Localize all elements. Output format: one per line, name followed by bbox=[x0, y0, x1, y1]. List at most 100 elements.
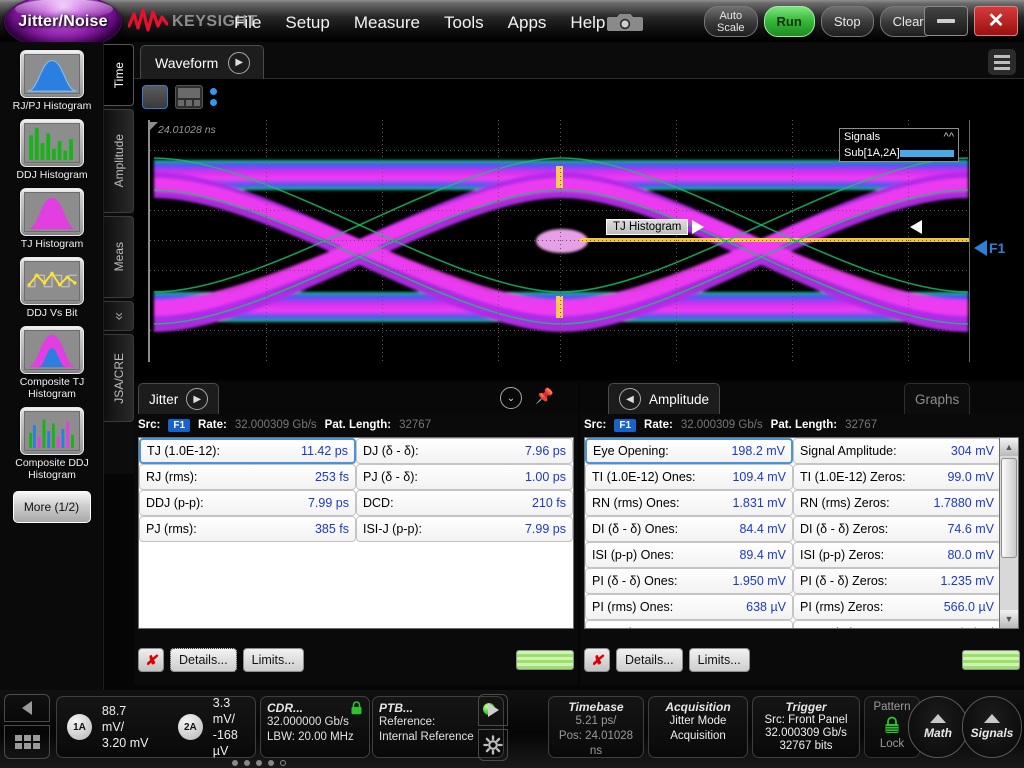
page-dot[interactable] bbox=[244, 760, 250, 766]
measurement-cell[interactable]: RN (rms) Zeros:1.7880 mV bbox=[793, 490, 1001, 516]
page-dot[interactable] bbox=[256, 760, 262, 766]
tab-amplitude[interactable]: ◀ Amplitude bbox=[608, 383, 720, 414]
measurement-cell[interactable]: PJ (δ - δ):1.00 ps bbox=[356, 464, 573, 490]
measurement-cell[interactable]: DI (δ - δ) Zeros:74.6 mV bbox=[793, 516, 1001, 542]
page-indicator-dots[interactable] bbox=[232, 760, 286, 766]
menu-apps[interactable]: Apps bbox=[508, 13, 547, 33]
sidebar-item-tj-histogram[interactable]: TJ Histogram bbox=[0, 188, 104, 250]
sidebar-item-rj-pj-histogram[interactable]: RJ/PJ Histogram bbox=[0, 50, 104, 112]
measurement-cell[interactable]: RN (rms) Ones:1.831 mV bbox=[585, 490, 793, 516]
legend-header[interactable]: Signals ^^ bbox=[840, 129, 958, 145]
waveform-grid[interactable]: 24.01028 ns Signals ^^ Sub[1A,2A] TJ His… bbox=[148, 120, 970, 362]
amplitude-limits-button[interactable]: Limits... bbox=[689, 648, 750, 672]
amplitude-close-button[interactable]: ✘ bbox=[584, 648, 610, 672]
page-dot[interactable] bbox=[232, 760, 238, 766]
vtab-time[interactable]: Time bbox=[104, 44, 134, 106]
stop-button[interactable]: Stop bbox=[821, 6, 874, 37]
legend-entry[interactable]: Sub[1A,2A] bbox=[840, 145, 958, 161]
timebase-card[interactable]: Timebase 5.21 ps/ Pos: 24.01028 ns bbox=[548, 696, 644, 758]
sidebar-more-button[interactable]: More (1/2) bbox=[13, 491, 91, 523]
signals-knob[interactable]: Signals bbox=[962, 696, 1022, 758]
amplitude-scrollbar[interactable]: ▲ ▼ bbox=[999, 437, 1019, 629]
grid-layout-button[interactable] bbox=[4, 725, 50, 759]
vtab-collapse-button[interactable]: « bbox=[104, 301, 134, 331]
close-button[interactable]: ✕ bbox=[974, 6, 1018, 36]
measurement-cell[interactable]: PI (δ - δ) Ones:1.950 mV bbox=[585, 568, 793, 594]
menu-setup[interactable]: Setup bbox=[285, 13, 329, 33]
measurement-cell[interactable]: ISI (p-p) Ones:89.4 mV bbox=[585, 542, 793, 568]
menu-help[interactable]: Help bbox=[570, 13, 605, 33]
measurement-cell[interactable]: BER Limit:Not Limited bbox=[793, 620, 1001, 629]
cdr-card[interactable]: CDR... 32.000000 Gb/s LBW: 20.00 MHz bbox=[260, 696, 370, 758]
measurement-cell[interactable]: PI (rms) Ones:638 µV bbox=[585, 594, 793, 620]
prev-page-button[interactable] bbox=[4, 694, 50, 722]
measurement-cell[interactable]: DJ (δ - δ):7.96 ps bbox=[356, 438, 573, 464]
play-icon[interactable]: ▶ bbox=[228, 52, 250, 74]
measurement-cell[interactable]: PI (δ - δ) Zeros:1.235 mV bbox=[793, 568, 1001, 594]
signals-legend[interactable]: Signals ^^ Sub[1A,2A] bbox=[839, 128, 959, 162]
amplitude-details-button[interactable]: Details... bbox=[616, 648, 683, 672]
hamburger-menu-icon[interactable] bbox=[988, 49, 1016, 75]
tab-graphs[interactable]: Graphs bbox=[904, 383, 970, 414]
chevron-left-icon[interactable]: ◀ bbox=[619, 388, 641, 410]
settings-button[interactable] bbox=[478, 729, 508, 761]
measurement-cell[interactable]: DCD:210 fs bbox=[356, 490, 573, 516]
two-dots-icon[interactable] bbox=[210, 88, 217, 106]
amplitude-src-chip[interactable]: F1 bbox=[614, 419, 636, 432]
channel-cards[interactable]: 1A 88.7 mV/ 3.20 mV 2A 3.3 mV/ -168 µV bbox=[56, 696, 256, 758]
measurement-cell[interactable]: TI (1.0E-12) Ones:109.4 mV bbox=[585, 464, 793, 490]
chevron-double-down-icon[interactable]: ⌄ bbox=[500, 387, 522, 409]
measurement-cell[interactable]: PI (rms) Zeros:566.0 µV bbox=[793, 594, 1001, 620]
measurement-cell[interactable]: DDJ (p-p):7.99 ps bbox=[139, 490, 356, 516]
vtab-meas[interactable]: Meas bbox=[104, 216, 134, 298]
jitter-close-button[interactable]: ✘ bbox=[138, 648, 164, 672]
channel-2a-badge[interactable]: 2A bbox=[178, 714, 203, 740]
measurement-cell[interactable]: Signal Amplitude:304 mV bbox=[793, 438, 1001, 464]
menu-measure[interactable]: Measure bbox=[354, 13, 420, 33]
tab-waveform[interactable]: Waveform ▶ bbox=[140, 45, 264, 79]
measurement-cell[interactable]: RJ (rms):253 fs bbox=[139, 464, 356, 490]
multi-grid-icon[interactable] bbox=[175, 85, 203, 109]
measurement-cell[interactable]: TI (1.0E-12) Zeros:99.0 mV bbox=[793, 464, 1001, 490]
acquisition-card[interactable]: Acquisition Jitter Mode Acquisition bbox=[648, 696, 748, 758]
sidebar-item-ddj-vs-bit[interactable]: DDJ Vs Bit bbox=[0, 257, 104, 319]
single-grid-icon[interactable] bbox=[142, 85, 168, 109]
measurement-cell[interactable]: DI (δ - δ) Ones:84.4 mV bbox=[585, 516, 793, 542]
auto-scale-button[interactable]: Auto Scale bbox=[704, 6, 758, 37]
math-knob[interactable]: Math bbox=[908, 696, 968, 758]
f1-label: F1 bbox=[989, 240, 1005, 256]
measurement-cell[interactable]: TJ (1.0E-12):11.42 ps bbox=[139, 438, 356, 464]
chevron-up-icon[interactable]: ^^ bbox=[944, 131, 954, 143]
scroll-down-icon[interactable]: ▼ bbox=[1000, 610, 1018, 628]
minimize-button[interactable] bbox=[924, 6, 968, 36]
trigger-card[interactable]: Trigger Src: Front Panel 32.000309 Gb/s … bbox=[752, 696, 860, 758]
menu-tools[interactable]: Tools bbox=[444, 13, 484, 33]
page-dot[interactable] bbox=[280, 760, 286, 766]
sidebar-item-composite-ddj-histogram[interactable]: Composite DDJ Histogram bbox=[0, 407, 104, 481]
sidebar-item-ddj-histogram[interactable]: DDJ Histogram bbox=[0, 119, 104, 181]
pin-icon[interactable]: 📌 bbox=[535, 387, 554, 405]
jitter-details-button[interactable]: Details... bbox=[170, 648, 237, 672]
measurement-cell[interactable]: Eye Opening:198.2 mV bbox=[585, 438, 793, 464]
measurement-cell[interactable]: PJ (rms):385 fs bbox=[139, 516, 356, 542]
vtab-amplitude[interactable]: Amplitude bbox=[104, 109, 134, 213]
measurement-cell[interactable]: ISI (p-p) Zeros:80.0 mV bbox=[793, 542, 1001, 568]
next-page-button[interactable] bbox=[478, 694, 508, 726]
menu-file[interactable]: File bbox=[234, 13, 261, 33]
play-icon[interactable]: ▶ bbox=[186, 388, 208, 410]
scroll-up-icon[interactable]: ▲ bbox=[1000, 438, 1018, 456]
jitter-limits-button[interactable]: Limits... bbox=[243, 648, 304, 672]
sidebar-item-composite-tj-histogram[interactable]: Composite TJ Histogram bbox=[0, 326, 104, 400]
measurement-cell[interactable]: BER Floor:≤ 1e-18 bbox=[585, 620, 793, 629]
tj-histogram-marker[interactable]: TJ Histogram bbox=[606, 219, 704, 235]
jitter-src-chip[interactable]: F1 bbox=[168, 419, 190, 432]
channel-1a-badge[interactable]: 1A bbox=[67, 714, 92, 740]
vtab-jsa-cre[interactable]: JSA/CRE bbox=[104, 334, 134, 422]
camera-icon[interactable] bbox=[605, 10, 645, 34]
tab-jitter[interactable]: Jitter ▶ bbox=[138, 383, 219, 414]
scroll-thumb[interactable] bbox=[1001, 458, 1017, 558]
page-dot[interactable] bbox=[268, 760, 274, 766]
run-button[interactable]: Run bbox=[764, 6, 815, 37]
measurement-cell[interactable]: ISI-J (p-p):7.99 ps bbox=[356, 516, 573, 542]
f1-channel-marker[interactable]: F1 bbox=[974, 240, 1005, 256]
